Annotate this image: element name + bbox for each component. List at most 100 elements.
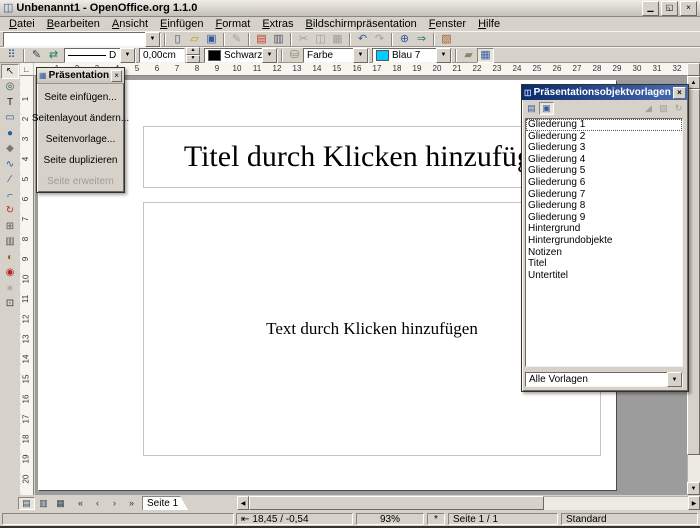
fill-type-combobox[interactable]: Farbe ▼ [303, 48, 369, 63]
status-page-field[interactable]: Seite 1 / 1 [448, 513, 558, 525]
presentation-item-seite-duplizieren[interactable]: Seite duplizieren [37, 150, 124, 171]
horizontal-scroll-track[interactable] [249, 496, 688, 510]
style-filter-dropdown-icon[interactable]: ▼ [667, 372, 682, 387]
ellipse-icon[interactable]: ● [1, 126, 19, 141]
status-template-field[interactable]: Standard [561, 513, 698, 525]
line-style-combobox[interactable]: D ▼ [64, 48, 136, 63]
spin-up-icon[interactable]: ▲ [186, 47, 200, 55]
menu-einfügen[interactable]: Einfügen [154, 17, 209, 31]
minimize-button[interactable]: ▁ [642, 1, 659, 16]
line-color-dropdown-icon[interactable]: ▼ [262, 48, 277, 63]
interaction-icon[interactable]: ◉ [1, 266, 19, 281]
style-filter-combobox[interactable]: Alle Vorlagen ▼ [525, 372, 683, 387]
stylist-titlebar[interactable]: ◫ Präsentationsobjektvorlagen × [522, 85, 688, 100]
arrange-icon[interactable]: ▥ [1, 235, 19, 250]
effects-icon[interactable]: ◐ [1, 250, 19, 265]
curve-icon[interactable]: ∿ [1, 157, 19, 172]
close-button[interactable]: × [680, 1, 697, 16]
spin-down-icon[interactable]: ▼ [186, 55, 200, 63]
next-page-icon[interactable]: › [106, 497, 123, 510]
shadow-icon[interactable]: ▰ [460, 48, 477, 63]
status-zoom-field[interactable]: 93% [356, 513, 424, 525]
presentation-box-icon[interactable]: ⊡ [1, 297, 19, 312]
horizontal-ruler[interactable]: 1234567891011121314151617181920212223242… [34, 63, 687, 76]
zoom-icon[interactable]: ◎ [1, 80, 19, 95]
last-page-icon[interactable]: » [123, 497, 140, 510]
horizontal-scrollbar[interactable]: ◀ ▶ [237, 496, 700, 510]
text-icon[interactable]: T [1, 95, 19, 110]
undo-icon[interactable]: ↶ [354, 32, 371, 47]
presentation-item-seitenvorlage[interactable]: Seitenvorlage... [37, 129, 124, 150]
print-icon[interactable]: ▥ [270, 32, 287, 47]
arrow-style-icon[interactable]: ⇄ [45, 48, 62, 63]
fill-type-dropdown-icon[interactable]: ▼ [353, 48, 368, 63]
scroll-down-icon[interactable]: ▼ [687, 482, 700, 495]
style-gliederung-8[interactable]: Gliederung 8 [526, 200, 682, 212]
horizontal-scroll-thumb[interactable] [249, 496, 544, 510]
layer-mode-icon[interactable]: ▦ [52, 497, 69, 510]
status-position-field[interactable]: ⇤ 18,45 / -0,54 [236, 513, 353, 525]
fill-color-combobox[interactable]: Blau 7 ▼ [372, 48, 452, 63]
style-gliederung-9[interactable]: Gliederung 9 [526, 212, 682, 224]
navigator-icon[interactable]: ⊕ [396, 32, 413, 47]
style-hintergrundobjekte[interactable]: Hintergrundobjekte [526, 235, 682, 247]
style-hintergrund[interactable]: Hintergrund [526, 223, 682, 235]
line-dialog-icon[interactable]: ✎ [28, 48, 45, 63]
style-gliederung-7[interactable]: Gliederung 7 [526, 189, 682, 201]
page-mode-icon[interactable]: ▤ [18, 497, 35, 510]
url-combobox[interactable]: ▼ [3, 32, 161, 47]
menu-datei[interactable]: Datei [3, 17, 41, 31]
presentation-styles-icon[interactable]: ▤ [524, 102, 539, 115]
line-color-combobox[interactable]: Schwarz ▼ [204, 48, 278, 63]
style-titel[interactable]: Titel [526, 258, 682, 270]
previous-page-icon[interactable]: ‹ [89, 497, 106, 510]
close-icon[interactable]: × [673, 87, 686, 99]
line-style-dropdown-icon[interactable]: ▼ [120, 48, 135, 63]
restore-button[interactable]: ◱ [661, 1, 678, 16]
save-icon[interactable]: ▣ [203, 32, 220, 47]
lines-arrows-icon[interactable]: ∕ [1, 173, 19, 188]
style-gliederung-6[interactable]: Gliederung 6 [526, 177, 682, 189]
menu-format[interactable]: Format [209, 17, 256, 31]
first-page-icon[interactable]: « [72, 497, 89, 510]
connectors-icon[interactable]: ⌐ [1, 188, 19, 203]
style-untertitel[interactable]: Untertitel [526, 270, 682, 282]
menu-bildschirmpräsentation[interactable]: Bildschirmpräsentation [300, 17, 423, 31]
rotate-icon[interactable]: ↻ [1, 204, 19, 219]
presentation-window-titlebar[interactable]: ▦ Präsentation × [37, 68, 124, 84]
titlebar[interactable]: ◫ Unbenannt1 - OpenOffice.org 1.1.0 ▁◱× [0, 0, 700, 17]
menu-ansicht[interactable]: Ansicht [106, 17, 154, 31]
select-icon[interactable]: ↖ [1, 64, 19, 79]
hyperlink-icon[interactable]: ⇒ [413, 32, 430, 47]
area-dialog-icon[interactable]: ⛁ [286, 48, 303, 63]
scroll-left-icon[interactable]: ◀ [237, 496, 249, 510]
menu-fenster[interactable]: Fenster [423, 17, 472, 31]
scroll-right-icon[interactable]: ▶ [688, 496, 700, 510]
style-gliederung-1[interactable]: Gliederung 1 [526, 119, 682, 131]
style-notizen[interactable]: Notizen [526, 247, 682, 259]
line-width-spinner[interactable]: ▲ ▼ [186, 47, 200, 63]
new-document-icon[interactable]: ▯ [169, 32, 186, 47]
3d-objects-icon[interactable]: ◆ [1, 142, 19, 157]
gallery-icon[interactable]: ▨ [438, 32, 455, 47]
menu-hilfe[interactable]: Hilfe [472, 17, 506, 31]
graphic-styles-icon[interactable]: ▣ [539, 102, 554, 115]
scrollbar-spacer-button[interactable] [687, 63, 700, 76]
vertical-ruler[interactable]: 1234567891011121314151617181920 [20, 76, 34, 495]
page-tab[interactable]: Seite 1 [142, 496, 188, 510]
url-dropdown-icon[interactable]: ▼ [145, 32, 160, 47]
presentation-box-toggle-icon[interactable]: ▦ [477, 48, 494, 63]
presentation-item-seitenlayout-ändern[interactable]: Seitenlayout ändern... [37, 108, 124, 129]
menu-extras[interactable]: Extras [256, 17, 299, 31]
alignment-icon[interactable]: ⊞ [1, 219, 19, 234]
style-list[interactable]: Gliederung 1Gliederung 2Gliederung 3Glie… [525, 118, 683, 367]
style-gliederung-2[interactable]: Gliederung 2 [526, 131, 682, 143]
open-icon[interactable]: ▱ [186, 32, 203, 47]
style-gliederung-4[interactable]: Gliederung 4 [526, 154, 682, 166]
style-gliederung-5[interactable]: Gliederung 5 [526, 165, 682, 177]
style-gliederung-3[interactable]: Gliederung 3 [526, 142, 682, 154]
edit-points-icon[interactable]: ⠿ [3, 48, 20, 63]
rectangle-icon[interactable]: ▭ [1, 111, 19, 126]
master-mode-icon[interactable]: ▥ [35, 497, 52, 510]
fill-color-dropdown-icon[interactable]: ▼ [436, 48, 451, 63]
